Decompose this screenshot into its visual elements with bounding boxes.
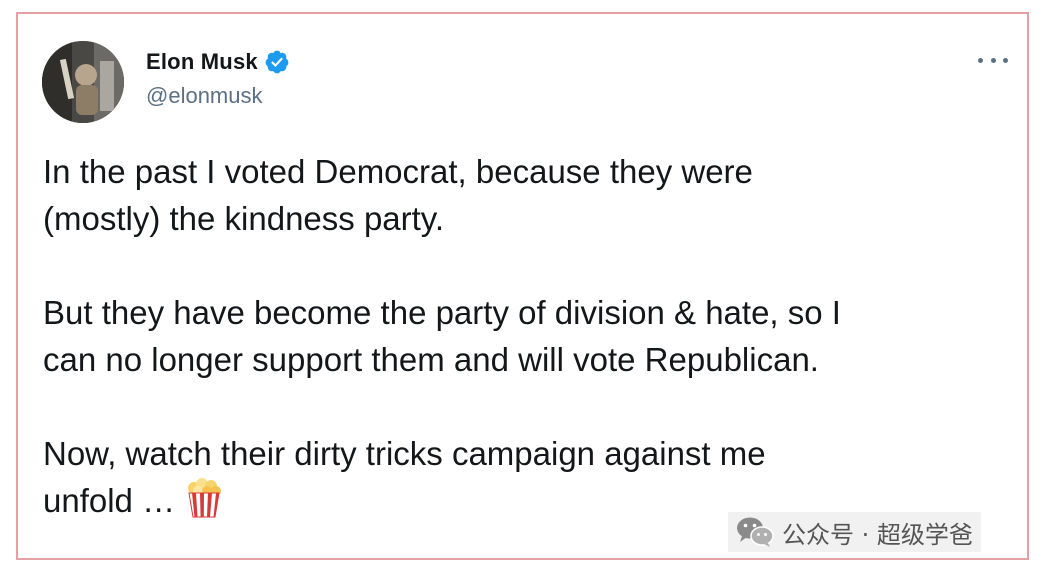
handle[interactable]: @elonmusk bbox=[146, 83, 263, 109]
popcorn-icon bbox=[185, 478, 223, 518]
wechat-icon bbox=[736, 516, 774, 548]
verified-badge-icon bbox=[264, 49, 290, 75]
watermark: 公众号 · 超级学爸 bbox=[728, 512, 981, 552]
tweet-paragraph-3-text: Now, watch their dirty tricks campaign a… bbox=[43, 435, 766, 519]
author-row: Elon Musk bbox=[146, 47, 290, 77]
profile-photo bbox=[42, 41, 124, 123]
ellipsis-icon[interactable] bbox=[978, 52, 1008, 68]
avatar[interactable] bbox=[42, 41, 124, 123]
tweet-paragraph-1: In the past I voted Democrat, because th… bbox=[43, 153, 753, 237]
tweet-text: In the past I voted Democrat, because th… bbox=[43, 148, 1018, 524]
display-name[interactable]: Elon Musk bbox=[146, 49, 258, 75]
tweet-paragraph-3: Now, watch their dirty tricks campaign a… bbox=[43, 430, 1018, 524]
watermark-text: 公众号 · 超级学爸 bbox=[782, 520, 973, 549]
tweet-paragraph-2: But they have become the party of divisi… bbox=[43, 294, 841, 378]
